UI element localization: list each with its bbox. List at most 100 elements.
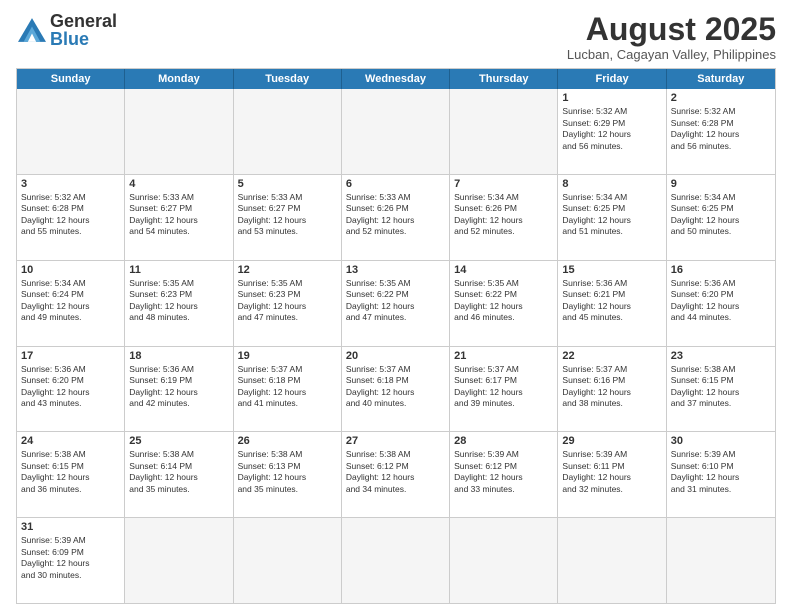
calendar-cell: 4Sunrise: 5:33 AM Sunset: 6:27 PM Daylig…	[125, 175, 233, 260]
calendar-cell: 5 Sunrise: 5:33 AM Sunset: 6:27 PM Daylig…	[234, 175, 342, 260]
logo-icon	[18, 18, 46, 42]
day-number: 20	[346, 350, 445, 362]
day-info: Sunrise: 5:39 AM Sunset: 6:09 PM Dayligh…	[21, 535, 120, 581]
calendar-cell: 11 Sunrise: 5:35 AM Sunset: 6:23 PM Dayli…	[125, 261, 233, 346]
day-info: Sunrise: 5:32 AM Sunset: 6:28 PM Dayligh…	[21, 192, 120, 238]
day-number: 28	[454, 435, 553, 447]
calendar-row: 1Sunrise: 5:32 AM Sunset: 6:29 PM Daylig…	[17, 89, 775, 174]
day-number: 5	[238, 178, 337, 190]
day-info: Sunrise: 5:37 AM Sunset: 6:18 PM Dayligh…	[238, 364, 337, 410]
calendar-cell	[450, 518, 558, 603]
day-info: Sunrise: 5:35 AM Sunset: 6:22 PM Dayligh…	[346, 278, 445, 324]
day-info: Sunrise: 5:39 AM Sunset: 6:10 PM Dayligh…	[671, 449, 771, 495]
calendar-cell: 29 Sunrise: 5:39 AM Sunset: 6:11 PM Dayli…	[558, 432, 666, 517]
day-number: 15	[562, 264, 661, 276]
calendar-row: 31 Sunrise: 5:39 AM Sunset: 6:09 PM Dayli…	[17, 517, 775, 603]
day-info: Sunrise: 5:39 AM Sunset: 6:12 PM Dayligh…	[454, 449, 553, 495]
day-number: 26	[238, 435, 337, 447]
day-info: Sunrise: 5:33 AM Sunset: 6:26 PM Dayligh…	[346, 192, 445, 238]
calendar-cell	[450, 89, 558, 174]
header-day-monday: Monday	[125, 69, 233, 89]
day-info: Sunrise: 5:34 AM Sunset: 6:25 PM Dayligh…	[671, 192, 771, 238]
calendar-body: 1Sunrise: 5:32 AM Sunset: 6:29 PM Daylig…	[17, 89, 775, 603]
calendar-cell: 10 Sunrise: 5:34 AM Sunset: 6:24 PM Dayli…	[17, 261, 125, 346]
calendar: SundayMondayTuesdayWednesdayThursdayFrid…	[16, 68, 776, 604]
day-number: 16	[671, 264, 771, 276]
day-number: 8	[562, 178, 661, 190]
calendar-cell: 30 Sunrise: 5:39 AM Sunset: 6:10 PM Dayli…	[667, 432, 775, 517]
day-info: Sunrise: 5:36 AM Sunset: 6:21 PM Dayligh…	[562, 278, 661, 324]
day-number: 3	[21, 178, 120, 190]
day-number: 30	[671, 435, 771, 447]
day-number: 13	[346, 264, 445, 276]
calendar-cell: 7 Sunrise: 5:34 AM Sunset: 6:26 PM Daylig…	[450, 175, 558, 260]
calendar-row: 24 Sunrise: 5:38 AM Sunset: 6:15 PM Dayli…	[17, 431, 775, 517]
day-number: 31	[21, 521, 120, 533]
calendar-cell	[17, 89, 125, 174]
day-info: Sunrise: 5:32 AM Sunset: 6:28 PM Dayligh…	[671, 106, 771, 152]
day-number: 22	[562, 350, 661, 362]
day-info: Sunrise: 5:35 AM Sunset: 6:23 PM Dayligh…	[129, 278, 228, 324]
day-number: 19	[238, 350, 337, 362]
logo-general: General	[50, 12, 117, 30]
day-number: 4	[129, 178, 228, 190]
calendar-cell: 2 Sunrise: 5:32 AM Sunset: 6:28 PM Daylig…	[667, 89, 775, 174]
calendar-cell	[342, 518, 450, 603]
day-number: 6	[346, 178, 445, 190]
calendar-cell: 3 Sunrise: 5:32 AM Sunset: 6:28 PM Daylig…	[17, 175, 125, 260]
day-info: Sunrise: 5:39 AM Sunset: 6:11 PM Dayligh…	[562, 449, 661, 495]
header-day-friday: Friday	[558, 69, 666, 89]
day-number: 23	[671, 350, 771, 362]
day-number: 11	[129, 264, 228, 276]
day-number: 2	[671, 92, 771, 104]
calendar-cell	[125, 89, 233, 174]
logo: General Blue	[16, 12, 117, 48]
calendar-cell	[125, 518, 233, 603]
calendar-cell: 23 Sunrise: 5:38 AM Sunset: 6:15 PM Dayli…	[667, 347, 775, 432]
logo-text: General Blue	[50, 12, 117, 48]
day-info: Sunrise: 5:37 AM Sunset: 6:17 PM Dayligh…	[454, 364, 553, 410]
calendar-row: 10 Sunrise: 5:34 AM Sunset: 6:24 PM Dayli…	[17, 260, 775, 346]
day-number: 12	[238, 264, 337, 276]
calendar-cell: 8Sunrise: 5:34 AM Sunset: 6:25 PM Daylig…	[558, 175, 666, 260]
calendar-row: 3 Sunrise: 5:32 AM Sunset: 6:28 PM Daylig…	[17, 174, 775, 260]
header-day-sunday: Sunday	[17, 69, 125, 89]
calendar-cell	[234, 89, 342, 174]
day-number: 29	[562, 435, 661, 447]
day-info: Sunrise: 5:37 AM Sunset: 6:16 PM Dayligh…	[562, 364, 661, 410]
calendar-cell: 16 Sunrise: 5:36 AM Sunset: 6:20 PM Dayli…	[667, 261, 775, 346]
day-info: Sunrise: 5:38 AM Sunset: 6:14 PM Dayligh…	[129, 449, 228, 495]
day-number: 7	[454, 178, 553, 190]
month-year: August 2025	[567, 12, 776, 47]
calendar-cell: 6 Sunrise: 5:33 AM Sunset: 6:26 PM Daylig…	[342, 175, 450, 260]
calendar-cell: 21Sunrise: 5:37 AM Sunset: 6:17 PM Dayli…	[450, 347, 558, 432]
calendar-cell: 20Sunrise: 5:37 AM Sunset: 6:18 PM Dayli…	[342, 347, 450, 432]
day-number: 24	[21, 435, 120, 447]
day-number: 9	[671, 178, 771, 190]
calendar-cell: 19 Sunrise: 5:37 AM Sunset: 6:18 PM Dayli…	[234, 347, 342, 432]
calendar-cell: 28 Sunrise: 5:39 AM Sunset: 6:12 PM Dayli…	[450, 432, 558, 517]
calendar-cell	[234, 518, 342, 603]
calendar-cell: 27Sunrise: 5:38 AM Sunset: 6:12 PM Dayli…	[342, 432, 450, 517]
calendar-cell: 15 Sunrise: 5:36 AM Sunset: 6:21 PM Dayli…	[558, 261, 666, 346]
calendar-cell	[667, 518, 775, 603]
day-info: Sunrise: 5:38 AM Sunset: 6:15 PM Dayligh…	[21, 449, 120, 495]
calendar-cell: 31 Sunrise: 5:39 AM Sunset: 6:09 PM Dayli…	[17, 518, 125, 603]
day-number: 10	[21, 264, 120, 276]
calendar-cell: 24 Sunrise: 5:38 AM Sunset: 6:15 PM Dayli…	[17, 432, 125, 517]
day-info: Sunrise: 5:34 AM Sunset: 6:26 PM Dayligh…	[454, 192, 553, 238]
day-info: Sunrise: 5:36 AM Sunset: 6:20 PM Dayligh…	[21, 364, 120, 410]
calendar-cell: 18Sunrise: 5:36 AM Sunset: 6:19 PM Dayli…	[125, 347, 233, 432]
day-number: 18	[129, 350, 228, 362]
header-day-thursday: Thursday	[450, 69, 558, 89]
calendar-cell: 1Sunrise: 5:32 AM Sunset: 6:29 PM Daylig…	[558, 89, 666, 174]
day-info: Sunrise: 5:32 AM Sunset: 6:29 PM Dayligh…	[562, 106, 661, 152]
day-info: Sunrise: 5:33 AM Sunset: 6:27 PM Dayligh…	[238, 192, 337, 238]
calendar-cell	[342, 89, 450, 174]
day-info: Sunrise: 5:36 AM Sunset: 6:20 PM Dayligh…	[671, 278, 771, 324]
calendar-cell: 26Sunrise: 5:38 AM Sunset: 6:13 PM Dayli…	[234, 432, 342, 517]
page-header: General Blue August 2025 Lucban, Cagayan…	[16, 12, 776, 62]
day-info: Sunrise: 5:38 AM Sunset: 6:15 PM Dayligh…	[671, 364, 771, 410]
day-info: Sunrise: 5:34 AM Sunset: 6:24 PM Dayligh…	[21, 278, 120, 324]
logo-blue: Blue	[50, 30, 117, 48]
